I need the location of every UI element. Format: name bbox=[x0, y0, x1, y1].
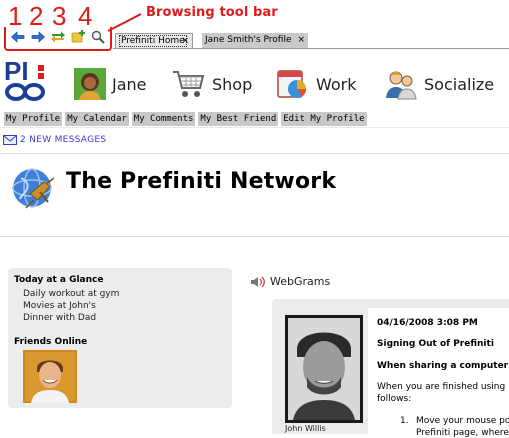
nav-jane[interactable]: Jane bbox=[74, 66, 147, 102]
profile-subnav: My Profile My Calendar My Comments My Be… bbox=[4, 112, 367, 126]
prefiniti-logo[interactable]: PI bbox=[4, 58, 48, 102]
nav-label: Jane bbox=[112, 74, 147, 94]
webgram-body: When you are finished using bbox=[377, 382, 506, 392]
divider bbox=[0, 236, 509, 237]
glance-item[interactable]: Daily workout at gym bbox=[23, 289, 119, 299]
webgram-subject[interactable]: Signing Out of Prefiniti bbox=[377, 339, 494, 349]
avatar-icon bbox=[74, 68, 106, 100]
glance-title: Today at a Glance bbox=[14, 275, 104, 285]
webgrams-title: WebGrams bbox=[270, 275, 331, 288]
search-icon[interactable] bbox=[90, 29, 106, 45]
svg-text:PI: PI bbox=[4, 58, 29, 86]
nav-label: Socialize bbox=[424, 74, 495, 94]
speaker-icon bbox=[251, 276, 265, 287]
people-icon bbox=[386, 71, 417, 100]
new-messages-text: 2 NEW MESSAGES bbox=[20, 135, 107, 145]
list-item: Move your mouse po bbox=[416, 416, 509, 426]
webgram-heading: When sharing a computer w bbox=[377, 361, 509, 371]
tab-prefiniti-home[interactable]: Prefiniti Home × bbox=[115, 33, 193, 48]
subnav-my-comments[interactable]: My Comments bbox=[131, 112, 196, 126]
new-messages-link[interactable]: 2 NEW MESSAGES bbox=[3, 135, 106, 145]
tab-jane-smith-profile[interactable]: Jane Smith's Profile × bbox=[202, 33, 308, 48]
divider bbox=[0, 127, 509, 128]
glance-item[interactable]: Dinner with Dad bbox=[23, 313, 96, 323]
friend-avatar[interactable] bbox=[23, 350, 77, 403]
nav-work[interactable]: Work bbox=[276, 66, 357, 102]
close-icon[interactable]: × bbox=[181, 34, 189, 49]
envelope-icon bbox=[3, 135, 17, 145]
webgram-date: 04/16/2008 3:08 PM bbox=[377, 318, 478, 328]
globe-network-icon bbox=[12, 168, 55, 209]
forward-arrow-icon[interactable] bbox=[30, 29, 46, 45]
divider bbox=[0, 153, 509, 154]
refresh-icon[interactable] bbox=[50, 29, 66, 45]
nav-shop[interactable]: Shop bbox=[172, 66, 252, 102]
glance-item[interactable]: Movies at John's bbox=[23, 301, 96, 311]
tab-label: Jane Smith's Profile bbox=[205, 35, 292, 45]
annotation-label: Browsing tool bar bbox=[146, 5, 278, 20]
list-item: Prefiniti page, where bbox=[416, 428, 509, 438]
webgrams-header[interactable]: WebGrams bbox=[250, 275, 330, 288]
subnav-my-calendar[interactable]: My Calendar bbox=[65, 112, 129, 126]
subnav-edit-my-profile[interactable]: Edit My Profile bbox=[281, 112, 367, 126]
tab-bar-divider bbox=[113, 48, 509, 49]
webgram-body: follows: bbox=[377, 394, 412, 404]
author-avatar[interactable] bbox=[285, 315, 363, 423]
nav-label: Work bbox=[316, 74, 357, 94]
friends-online-title: Friends Online bbox=[14, 337, 88, 347]
list-number: 1. bbox=[400, 416, 409, 426]
add-icon[interactable] bbox=[70, 29, 86, 45]
subnav-my-best-friend[interactable]: My Best Friend bbox=[198, 112, 279, 126]
page-title: The Prefiniti Network bbox=[66, 169, 337, 194]
shopping-cart-icon bbox=[173, 71, 205, 97]
nav-socialize[interactable]: Socialize bbox=[384, 66, 494, 102]
nav-label: Shop bbox=[212, 74, 253, 94]
back-arrow-icon[interactable] bbox=[10, 29, 26, 45]
author-name[interactable]: John Willis bbox=[285, 424, 326, 433]
close-icon[interactable]: × bbox=[297, 33, 305, 48]
subnav-my-profile[interactable]: My Profile bbox=[4, 112, 63, 126]
work-chart-icon bbox=[277, 70, 306, 98]
tab-label: Prefiniti Home bbox=[119, 35, 187, 47]
